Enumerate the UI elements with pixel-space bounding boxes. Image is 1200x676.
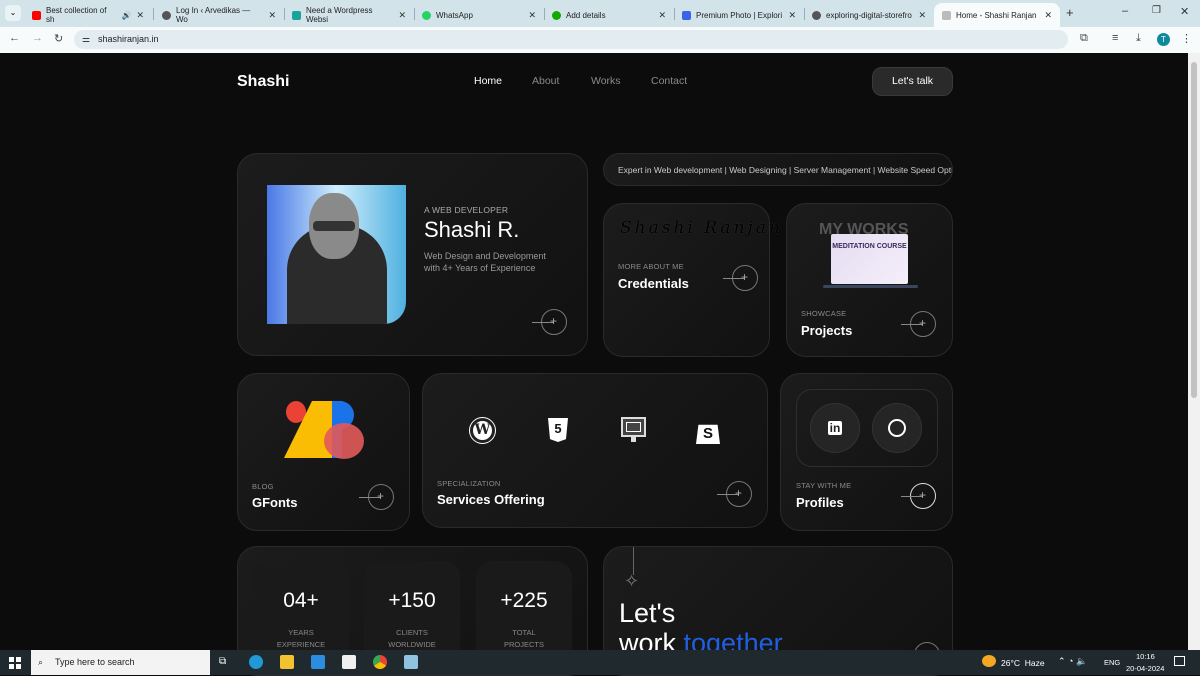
notification-icon[interactable] — [1174, 656, 1185, 666]
task-view-icon[interactable]: ⧉ — [219, 656, 226, 667]
close-window-button[interactable]: ✕ — [1180, 5, 1189, 18]
close-tab-icon[interactable]: ✕ — [658, 10, 666, 21]
profiles-title: Profiles — [796, 495, 844, 510]
chrome-icon[interactable] — [373, 655, 387, 669]
profile-avatar[interactable]: T — [1157, 33, 1170, 46]
close-tab-icon[interactable]: ✕ — [268, 10, 276, 21]
freepik-icon — [682, 10, 691, 20]
credentials-card[interactable]: Shashi Ranjan MORE ABOUT ME Credentials — [603, 203, 780, 357]
tab-search-button[interactable]: ⌄ — [5, 5, 21, 21]
web-design-icon — [621, 417, 646, 437]
edge-icon[interactable] — [249, 655, 263, 669]
arrow-plus-icon[interactable] — [723, 265, 758, 291]
web-page — [0, 53, 1188, 650]
media-icon[interactable]: ≡ — [1112, 32, 1118, 44]
hero-card[interactable]: A WEB DEVELOPER Shashi R. Web Design and… — [237, 153, 588, 356]
close-tab-icon[interactable]: ✕ — [788, 10, 796, 21]
blog-title: GFonts — [252, 495, 298, 510]
windows-start-icon[interactable] — [9, 657, 21, 669]
nav-home[interactable]: Home — [474, 75, 502, 87]
stat-clients: +150 CLIENTS WORLDWIDE — [364, 561, 460, 661]
arrow-plus-icon[interactable] — [901, 483, 936, 509]
weather-icon — [982, 655, 996, 667]
extensions-icon[interactable]: ⧉ — [1080, 32, 1088, 45]
taskbar-search[interactable]: ⌕ Type here to search — [31, 650, 210, 675]
whatsapp-icon — [422, 10, 431, 20]
tab-bar: ⌄ Best collection of sh 🔊 ✕ Log In ‹ Arved… — [0, 0, 1200, 27]
browser-tab[interactable]: Add details ✕ — [544, 3, 674, 27]
profile-photo — [267, 185, 406, 324]
download-icon[interactable]: ⤓ — [1136, 32, 1141, 45]
services-title: Services Offering — [437, 492, 545, 507]
globe-icon — [812, 10, 821, 20]
file-explorer-icon[interactable] — [280, 655, 294, 669]
upwork-icon — [552, 10, 561, 20]
back-icon[interactable]: ← — [9, 32, 20, 44]
nav-contact[interactable]: Contact — [651, 75, 687, 87]
browser-tab[interactable]: Log In ‹ Arvedikas — Wo ✕ — [154, 3, 284, 27]
site-icon — [292, 10, 301, 20]
whatsapp-button[interactable] — [872, 403, 922, 453]
globe-icon — [162, 10, 171, 20]
sparkle-icon: ✧ — [624, 571, 640, 591]
stat-years: 04+ YEARS EXPERIENCE — [253, 561, 349, 661]
blog-card[interactable]: BLOG GFonts — [237, 373, 410, 531]
audio-icon: 🔊 — [121, 10, 132, 20]
projects-title: Projects — [801, 323, 853, 338]
scrollbar-thumb[interactable] — [1191, 62, 1197, 398]
gfonts-logo-icon — [284, 401, 364, 459]
nav-works[interactable]: Works — [591, 75, 621, 87]
store-icon[interactable] — [342, 655, 356, 669]
search-icon: ⌕ — [38, 657, 44, 667]
mail-icon[interactable] — [311, 655, 325, 669]
browser-tab[interactable]: Need a Wordpress Websi ✕ — [284, 3, 414, 27]
tray-icons[interactable]: ⌃ ◔ 🔈 — [1058, 656, 1087, 667]
wordpress-icon: W — [469, 417, 496, 444]
close-tab-icon[interactable]: ✕ — [1044, 10, 1052, 21]
browser-tab[interactable]: exploring-digital-storefro ✕ — [804, 3, 934, 27]
stat-projects: +225 TOTAL PROJECTS — [476, 561, 572, 661]
reload-icon[interactable]: ↻ — [54, 32, 63, 45]
close-tab-icon[interactable]: ✕ — [918, 10, 926, 21]
arrow-plus-icon[interactable] — [901, 311, 936, 337]
browser-tab[interactable]: Premium Photo | Explori ✕ — [674, 3, 804, 27]
marquee-banner: Expert in Web development | Web Designin… — [603, 153, 953, 186]
linkedin-button[interactable]: in — [810, 403, 860, 453]
site-info-icon[interactable]: ⚌ — [82, 30, 90, 49]
signature: Shashi Ranjan — [620, 218, 783, 238]
shopify-icon: S — [696, 424, 720, 444]
site-icon — [942, 10, 951, 20]
browser-tab[interactable]: Best collection of sh 🔊 ✕ — [24, 3, 152, 27]
browser-tab[interactable]: WhatsApp ✕ — [414, 3, 544, 27]
nav-about[interactable]: About — [532, 75, 559, 87]
menu-icon[interactable]: ⋮ — [1181, 32, 1192, 45]
lets-talk-button[interactable]: Let's talk — [872, 67, 953, 96]
minimize-button[interactable]: – — [1122, 5, 1128, 17]
arrow-plus-icon[interactable] — [717, 481, 752, 507]
credentials-title: Credentials — [618, 276, 689, 291]
services-card[interactable]: W 5 S SPECIALIZATION Services Offering — [422, 373, 768, 528]
projects-card[interactable]: MY WORKS MEDITATION COURSE SHOWCASE Proj… — [786, 203, 953, 357]
new-tab-button[interactable]: + — [1066, 5, 1074, 20]
youtube-icon — [32, 10, 41, 20]
arrow-plus-icon[interactable] — [532, 309, 567, 335]
browser-tab-active[interactable]: Home - Shashi Ranjan ✕ — [934, 3, 1060, 27]
site-logo[interactable]: Shashi — [237, 73, 289, 91]
forward-icon[interactable]: → — [32, 32, 43, 44]
hero-name: Shashi R. — [424, 217, 520, 242]
address-bar[interactable]: ⚌ shashiranjan.in — [74, 30, 1068, 49]
app-icon[interactable] — [404, 655, 418, 669]
close-tab-icon[interactable]: ✕ — [136, 10, 144, 21]
close-tab-icon[interactable]: ✕ — [528, 10, 536, 21]
restore-button[interactable]: ❐ — [1152, 5, 1161, 16]
profiles-card[interactable]: in STAY WITH ME Profiles — [780, 373, 953, 531]
laptop-mockup: MEDITATION COURSE — [831, 234, 908, 284]
arrow-plus-icon[interactable] — [359, 484, 394, 510]
html5-icon: 5 — [548, 418, 568, 442]
close-tab-icon[interactable]: ✕ — [398, 10, 406, 21]
whatsapp-icon — [888, 419, 906, 437]
